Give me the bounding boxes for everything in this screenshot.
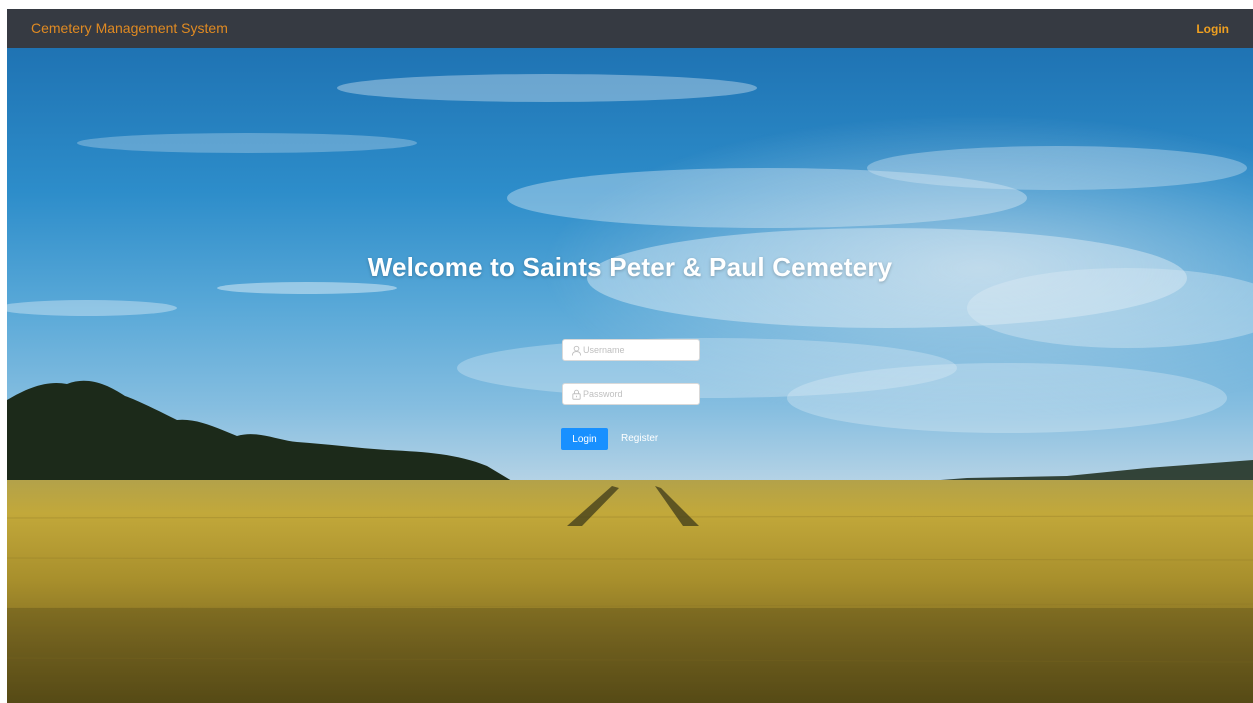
password-field[interactable] xyxy=(562,383,700,405)
top-navbar: Cemetery Management System Login xyxy=(7,9,1253,48)
username-field[interactable] xyxy=(562,339,700,361)
password-input[interactable] xyxy=(583,384,695,404)
register-link[interactable]: Register xyxy=(621,433,658,444)
nav-login-link[interactable]: Login xyxy=(1196,22,1229,36)
landscape-background xyxy=(7,48,1253,703)
username-input[interactable] xyxy=(583,340,695,360)
app-window: Cemetery Management System Login Welcome… xyxy=(7,9,1253,703)
brand-link[interactable]: Cemetery Management System xyxy=(31,20,228,36)
welcome-heading: Welcome to Saints Peter & Paul Cemetery xyxy=(367,252,893,282)
hero-section: Welcome to Saints Peter & Paul Cemetery … xyxy=(7,48,1253,703)
user-icon xyxy=(571,345,582,356)
login-button[interactable]: Login xyxy=(561,428,608,450)
lock-icon xyxy=(572,389,581,400)
